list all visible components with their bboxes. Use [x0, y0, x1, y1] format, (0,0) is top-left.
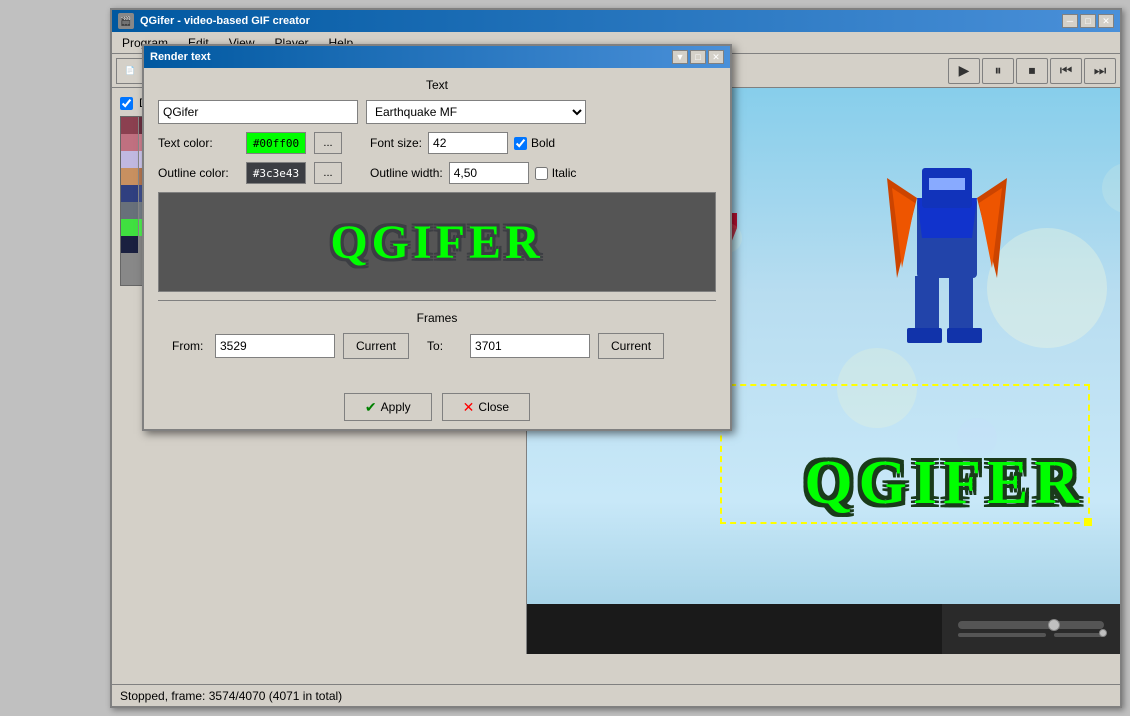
dialog-content: Text Earthquake MF Arial Impact Text col…	[144, 68, 730, 385]
dialog-title: Render text	[150, 51, 211, 63]
toolbar-btn-1[interactable]: 📄	[116, 58, 144, 84]
text-color-picker-button[interactable]: ...	[314, 132, 342, 154]
italic-checkbox-label: Italic	[535, 166, 577, 180]
minimize-button[interactable]: ─	[1062, 14, 1078, 28]
frames-label: Frames	[172, 311, 702, 325]
apply-label: Apply	[381, 400, 411, 414]
preview-text: QGIFER	[330, 215, 543, 270]
text-color-label: Text color:	[158, 136, 238, 150]
outline-color-row: Outline color: #3c3e43 ... Outline width…	[158, 162, 716, 184]
window-controls: ─ □ ✕	[1062, 14, 1114, 28]
playback-controls: ▶ ⏸ ⏹ ⏮ ⏭	[948, 58, 1116, 84]
from-frame-input[interactable]	[215, 334, 335, 358]
dialog-close-btn[interactable]: ✕ Close	[442, 393, 530, 421]
font-size-label: Font size:	[370, 136, 422, 150]
italic-checkbox[interactable]	[535, 167, 548, 180]
dialog-title-bar: Render text ▼ □ ✕	[144, 46, 730, 68]
palette-cell[interactable]	[121, 219, 138, 236]
palette-cell[interactable]	[121, 151, 138, 168]
font-select[interactable]: Earthquake MF Arial Impact	[366, 100, 586, 124]
palette-cell[interactable]	[121, 236, 138, 253]
outline-color-picker-button[interactable]: ...	[314, 162, 342, 184]
frames-section: Frames From: Current To: Current	[158, 300, 716, 375]
next-button[interactable]: ⏭	[1084, 58, 1116, 84]
outline-width-row: Outline width: Italic	[370, 162, 576, 184]
text-color-swatch[interactable]: #00ff00	[246, 132, 306, 154]
pause-button[interactable]: ⏸	[982, 58, 1014, 84]
palette-cell[interactable]	[121, 185, 138, 202]
outline-color-label: Outline color:	[158, 166, 238, 180]
status-text: Stopped, frame: 3574/4070 (4071 in total…	[120, 689, 342, 703]
palette-cell[interactable]	[121, 117, 138, 134]
to-label: To:	[427, 339, 462, 353]
outline-color-swatch[interactable]: #3c3e43	[246, 162, 306, 184]
close-x-icon: ✕	[463, 399, 475, 416]
outline-width-label: Outline width:	[370, 166, 443, 180]
font-size-input[interactable]	[428, 132, 508, 154]
app-icon: 🎬	[118, 13, 134, 29]
maximize-button[interactable]: □	[1080, 14, 1096, 28]
frames-row: From: Current To: Current	[172, 333, 702, 359]
render-dialog: Render text ▼ □ ✕ Text Earthquake MF Ari…	[142, 44, 732, 431]
text-input-field[interactable]	[158, 100, 358, 124]
seek-thumb[interactable]	[1048, 619, 1060, 631]
palette-cell[interactable]	[121, 134, 138, 151]
apply-checkmark-icon: ✔	[365, 399, 377, 416]
text-color-row: Text color: #00ff00 ... Font size: Bold	[158, 132, 716, 154]
to-frame-input[interactable]	[470, 334, 590, 358]
dialog-close-button[interactable]: ✕	[708, 50, 724, 64]
bold-checkbox[interactable]	[514, 137, 527, 150]
text-section-label: Text	[158, 78, 716, 92]
to-current-button[interactable]: Current	[598, 333, 664, 359]
outline-width-input[interactable]	[449, 162, 529, 184]
seek-bar[interactable]	[958, 621, 1104, 629]
dialog-buttons: ✔ Apply ✕ Close	[144, 385, 730, 429]
video-controls	[942, 604, 1120, 654]
from-label: From:	[172, 339, 207, 353]
close-label: Close	[478, 400, 509, 414]
italic-label: Italic	[552, 166, 577, 180]
font-size-row: Font size: Bold	[370, 132, 555, 154]
app-title: QGifer - video-based GIF creator	[140, 15, 310, 27]
title-bar-left: 🎬 QGifer - video-based GIF creator	[118, 13, 310, 29]
selection-handle[interactable]	[1084, 518, 1092, 526]
prev-button[interactable]: ⏮	[1050, 58, 1082, 84]
title-bar: 🎬 QGifer - video-based GIF creator ─ □ ✕	[112, 10, 1120, 32]
palette-cell[interactable]	[121, 202, 138, 219]
app-window: 🎬 QGifer - video-based GIF creator ─ □ ✕…	[110, 8, 1122, 708]
bold-label: Bold	[531, 136, 555, 150]
video-text-overlay: QGIFER	[804, 448, 1085, 519]
stop-button[interactable]: ⏹	[1016, 58, 1048, 84]
status-bar: Stopped, frame: 3574/4070 (4071 in total…	[112, 684, 1120, 706]
play-button[interactable]: ▶	[948, 58, 980, 84]
dialog-title-controls: ▼ □ ✕	[672, 50, 724, 64]
close-button[interactable]: ✕	[1098, 14, 1114, 28]
text-preview-area: QGIFER	[158, 192, 716, 292]
text-input-row: Earthquake MF Arial Impact	[158, 100, 716, 124]
apply-button[interactable]: ✔ Apply	[344, 393, 432, 421]
dithering-checkbox[interactable]	[120, 97, 133, 110]
from-current-button[interactable]: Current	[343, 333, 409, 359]
dialog-shrink-button[interactable]: ▼	[672, 50, 688, 64]
dialog-expand-button[interactable]: □	[690, 50, 706, 64]
bold-checkbox-label: Bold	[514, 136, 555, 150]
palette-cell[interactable]	[121, 168, 138, 185]
